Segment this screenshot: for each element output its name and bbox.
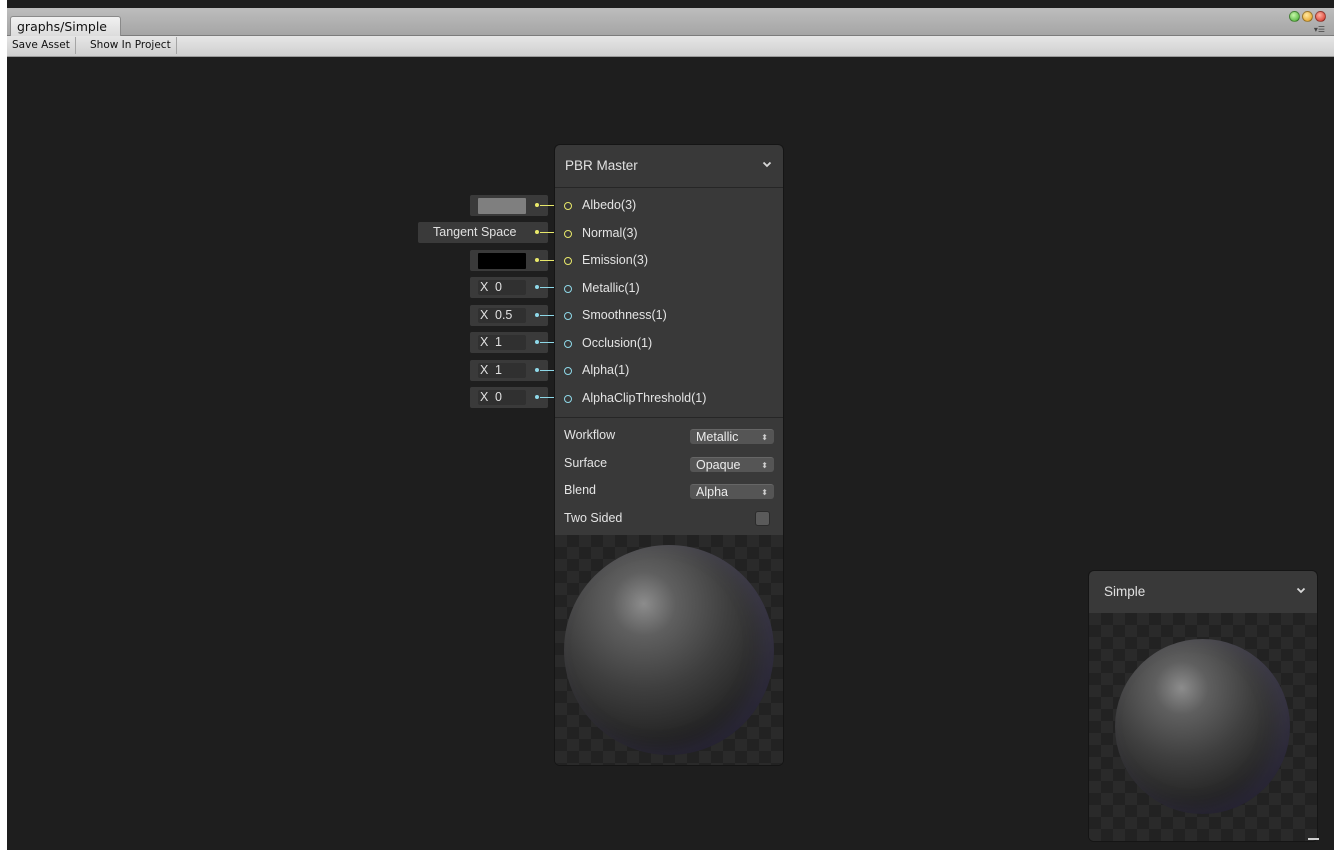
- zoom-button[interactable]: [1289, 11, 1300, 22]
- normal-space-label: Tangent Space: [433, 225, 517, 239]
- port-row[interactable]: AlphaClipThreshold(1): [555, 386, 783, 414]
- window-controls: [1289, 11, 1326, 22]
- blend-label: Blend: [564, 483, 596, 497]
- occlusion-value[interactable]: 1: [495, 332, 502, 353]
- port-connector-icon[interactable]: [564, 257, 572, 265]
- node-header[interactable]: PBR Master: [555, 145, 783, 188]
- window-menu-icon[interactable]: ▾☰: [1312, 25, 1325, 34]
- save-asset-button[interactable]: Save Asset: [7, 37, 76, 54]
- minimize-button[interactable]: [1302, 11, 1313, 22]
- metallic-value[interactable]: 0: [495, 277, 502, 298]
- show-in-project-button[interactable]: Show In Project: [85, 37, 177, 54]
- edge-connector-icon[interactable]: [535, 395, 539, 399]
- albedo-color-swatch[interactable]: [478, 198, 526, 214]
- preview-sphere: [564, 545, 774, 755]
- title-bar: graphs/Simple ▾☰: [7, 8, 1334, 36]
- surface-label: Surface: [564, 455, 608, 470]
- port-connector-icon[interactable]: [564, 229, 572, 238]
- emission-color-swatch[interactable]: [478, 253, 526, 269]
- metallic-axis-label: X: [480, 280, 489, 294]
- port-connector-icon[interactable]: [564, 202, 572, 210]
- port-label: Smoothness(1): [582, 308, 667, 322]
- dropdown-arrow-icon: ⬍: [761, 460, 768, 470]
- edge-connector-icon[interactable]: [535, 203, 539, 207]
- normal-space-input[interactable]: Tangent Space: [418, 222, 548, 243]
- edge-connector-icon[interactable]: [535, 258, 539, 262]
- smoothness-axis-label: X: [480, 308, 489, 322]
- node-preview: [1089, 613, 1317, 841]
- smoothness-value[interactable]: 0.5: [495, 305, 512, 326]
- workflow-dropdown[interactable]: Metallic ⬍: [690, 429, 774, 444]
- close-button[interactable]: [1315, 11, 1326, 22]
- blend-value: Alpha: [696, 485, 728, 499]
- preview-node-header[interactable]: Simple: [1089, 571, 1317, 614]
- port-row[interactable]: Metallic(1): [555, 276, 783, 304]
- alpha-axis-label: X: [480, 363, 489, 377]
- preview-node-title: Simple: [1104, 584, 1146, 599]
- alpha-clip-value[interactable]: 0: [495, 387, 502, 408]
- port-connector-icon[interactable]: [564, 367, 572, 375]
- surface-row: Surface Opaque ⬍: [555, 450, 783, 478]
- blend-dropdown[interactable]: Alpha ⬍: [690, 484, 774, 499]
- surface-dropdown[interactable]: Opaque ⬍: [690, 456, 774, 472]
- port-row[interactable]: Albedo(3): [555, 193, 783, 221]
- port-label: Occlusion(1): [582, 335, 653, 350]
- chevron-down-icon[interactable]: [1295, 584, 1307, 596]
- port-label: Albedo(3): [582, 198, 637, 212]
- dropdown-arrow-icon: ⬍: [761, 488, 768, 497]
- port-label: Alpha(1): [582, 363, 630, 377]
- alpha-clip-axis-label: X: [480, 390, 489, 404]
- port-connector-icon[interactable]: [564, 312, 572, 320]
- port-row[interactable]: Smoothness(1): [555, 303, 783, 331]
- port-label: Emission(3): [582, 253, 648, 267]
- port-connector-icon[interactable]: [564, 394, 572, 403]
- edge-connector-icon[interactable]: [535, 368, 539, 372]
- two-sided-row: Two Sided: [555, 505, 783, 533]
- dropdown-arrow-icon: ⬍: [761, 433, 768, 442]
- port-row[interactable]: Normal(3): [555, 221, 783, 249]
- port-connector-icon[interactable]: [564, 284, 572, 293]
- pbr-master-node[interactable]: PBR Master Albedo(3) Normal(3) Emission(3)…: [555, 145, 783, 765]
- preview-sphere: [1115, 639, 1290, 814]
- port-label: Normal(3): [582, 225, 638, 240]
- edge-connector-icon[interactable]: [535, 313, 539, 317]
- tab-graph[interactable]: graphs/Simple: [10, 16, 121, 36]
- toolbar: Save Asset Show In Project: [7, 36, 1334, 57]
- alpha-value[interactable]: 1: [495, 360, 502, 381]
- port-row[interactable]: Occlusion(1): [555, 331, 783, 359]
- chevron-down-icon[interactable]: [761, 158, 773, 170]
- edge-connector-icon[interactable]: [535, 340, 539, 344]
- port-row[interactable]: Emission(3): [555, 248, 783, 276]
- port-label: Metallic(1): [582, 280, 640, 295]
- port-connector-icon[interactable]: [564, 339, 572, 348]
- port-label: AlphaClipThreshold(1): [582, 390, 707, 405]
- input-ports: Albedo(3) Normal(3) Emission(3) Metallic(1)…: [555, 188, 783, 418]
- edge-connector-icon[interactable]: [535, 230, 539, 234]
- workflow-row: Workflow Metallic ⬍: [555, 422, 783, 450]
- workflow-label: Workflow: [564, 428, 616, 442]
- port-row[interactable]: Alpha(1): [555, 358, 783, 386]
- node-settings: Workflow Metallic ⬍ Surface Opaque ⬍ Blend…: [555, 418, 783, 532]
- surface-value: Opaque: [696, 457, 741, 472]
- two-sided-checkbox[interactable]: [755, 510, 770, 526]
- preview-node[interactable]: Simple: [1089, 571, 1317, 841]
- node-title: PBR Master: [565, 158, 638, 173]
- blend-row: Blend Alpha ⬍: [555, 477, 783, 505]
- master-preview: [555, 535, 783, 765]
- resize-handle[interactable]: [1308, 838, 1319, 840]
- occlusion-axis-label: X: [480, 335, 489, 349]
- edge-connector-icon[interactable]: [535, 285, 539, 289]
- two-sided-label: Two Sided: [564, 510, 623, 525]
- shader-graph-window: graphs/Simple ▾☰ Save Asset Show In Proj…: [0, 0, 1334, 850]
- workflow-value: Metallic: [696, 430, 739, 444]
